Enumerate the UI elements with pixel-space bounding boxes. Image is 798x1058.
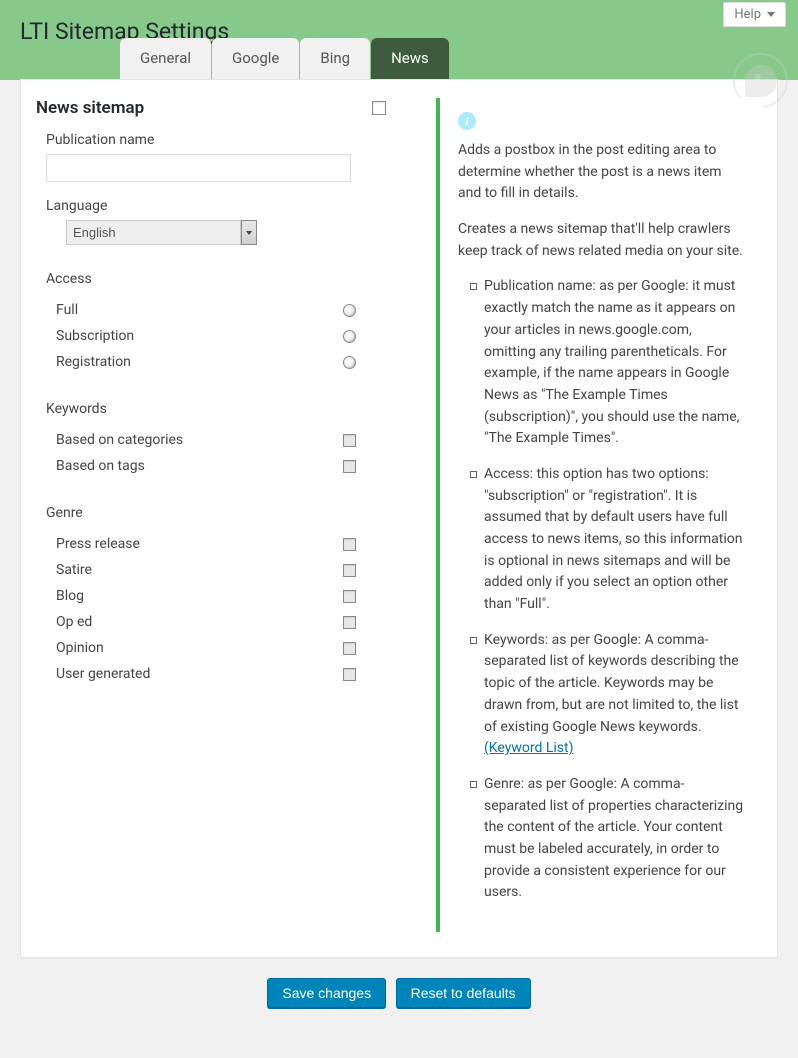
genre-oped-label: Op ed (56, 614, 92, 630)
genre-oped-checkbox[interactable] (343, 616, 356, 629)
help-item-genre: Genre: as per Google: A comma-separated … (470, 774, 744, 904)
genre-blog-row: Blog (46, 583, 376, 609)
tab-bing[interactable]: Bing (300, 38, 370, 79)
help-panel: i Adds a postbox in the post editing are… (436, 98, 762, 932)
reset-button[interactable]: Reset to defaults (396, 978, 531, 1008)
access-option-registration: Registration (46, 349, 376, 375)
language-label: Language (46, 198, 406, 214)
section-title-text: News sitemap (36, 98, 144, 118)
access-full-radio[interactable] (343, 304, 356, 317)
genre-blog-label: Blog (56, 588, 84, 604)
genre-usergen-label: User generated (56, 666, 150, 682)
help-item-keywords: Keywords: as per Google: A comma-separat… (470, 630, 744, 760)
access-subscription-label: Subscription (56, 328, 134, 344)
tab-google[interactable]: Google (212, 38, 299, 79)
access-option-subscription: Subscription (46, 323, 376, 349)
publication-name-input[interactable] (46, 154, 351, 182)
help-intro-1: Adds a postbox in the post editing area … (458, 140, 744, 205)
keywords-categories-label: Based on categories (56, 432, 183, 448)
tab-general[interactable]: General (120, 38, 211, 79)
genre-blog-checkbox[interactable] (343, 590, 356, 603)
keyword-list-link[interactable]: (Keyword List) (484, 740, 573, 756)
help-list: Publication name: as per Google: it must… (458, 276, 744, 904)
publication-name-label: Publication name (46, 132, 406, 148)
genre-press-release-label: Press release (56, 536, 140, 552)
genre-opinion-row: Opinion (46, 635, 376, 661)
genre-opinion-label: Opinion (56, 640, 104, 656)
settings-form: News sitemap Publication name Language A… (36, 98, 436, 932)
action-bar: Save changes Reset to defaults (20, 958, 778, 1028)
access-label: Access (46, 271, 406, 287)
help-intro-2: Creates a news sitemap that'll help craw… (458, 219, 744, 262)
access-registration-radio[interactable] (343, 356, 356, 369)
genre-opinion-checkbox[interactable] (343, 642, 356, 655)
keywords-categories-checkbox[interactable] (343, 434, 356, 447)
language-select[interactable] (66, 220, 241, 245)
genre-satire-row: Satire (46, 557, 376, 583)
settings-panel: News sitemap Publication name Language A… (20, 79, 778, 958)
genre-satire-checkbox[interactable] (343, 564, 356, 577)
genre-satire-label: Satire (56, 562, 92, 578)
genre-press-release-checkbox[interactable] (343, 538, 356, 551)
keywords-tags-checkbox[interactable] (343, 460, 356, 473)
language-select-button[interactable] (241, 220, 257, 245)
news-sitemap-toggle[interactable] (372, 101, 386, 115)
genre-usergen-checkbox[interactable] (343, 668, 356, 681)
keywords-tags-row: Based on tags (46, 453, 376, 479)
genre-press-release-row: Press release (46, 531, 376, 557)
access-full-label: Full (56, 302, 78, 318)
keywords-categories-row: Based on categories (46, 427, 376, 453)
help-keywords-text: Keywords: as per Google: A comma-separat… (484, 632, 739, 735)
access-subscription-radio[interactable] (343, 330, 356, 343)
help-item-publication: Publication name: as per Google: it must… (470, 276, 744, 450)
save-button[interactable]: Save changes (267, 978, 386, 1008)
tab-news[interactable]: News (371, 38, 449, 79)
tabs: General Google Bing News (20, 38, 778, 79)
help-dropdown[interactable]: Help (723, 2, 786, 27)
chevron-down-icon (767, 12, 775, 17)
keywords-tags-label: Based on tags (56, 458, 145, 474)
info-icon: i (458, 112, 476, 130)
help-label: Help (734, 7, 761, 22)
access-option-full: Full (46, 297, 376, 323)
section-news-sitemap: News sitemap (36, 98, 416, 118)
help-item-access: Access: this option has two options: "su… (470, 464, 744, 616)
genre-label: Genre (46, 505, 406, 521)
access-registration-label: Registration (56, 354, 131, 370)
genre-usergen-row: User generated (46, 661, 376, 687)
genre-oped-row: Op ed (46, 609, 376, 635)
keywords-label: Keywords (46, 401, 406, 417)
